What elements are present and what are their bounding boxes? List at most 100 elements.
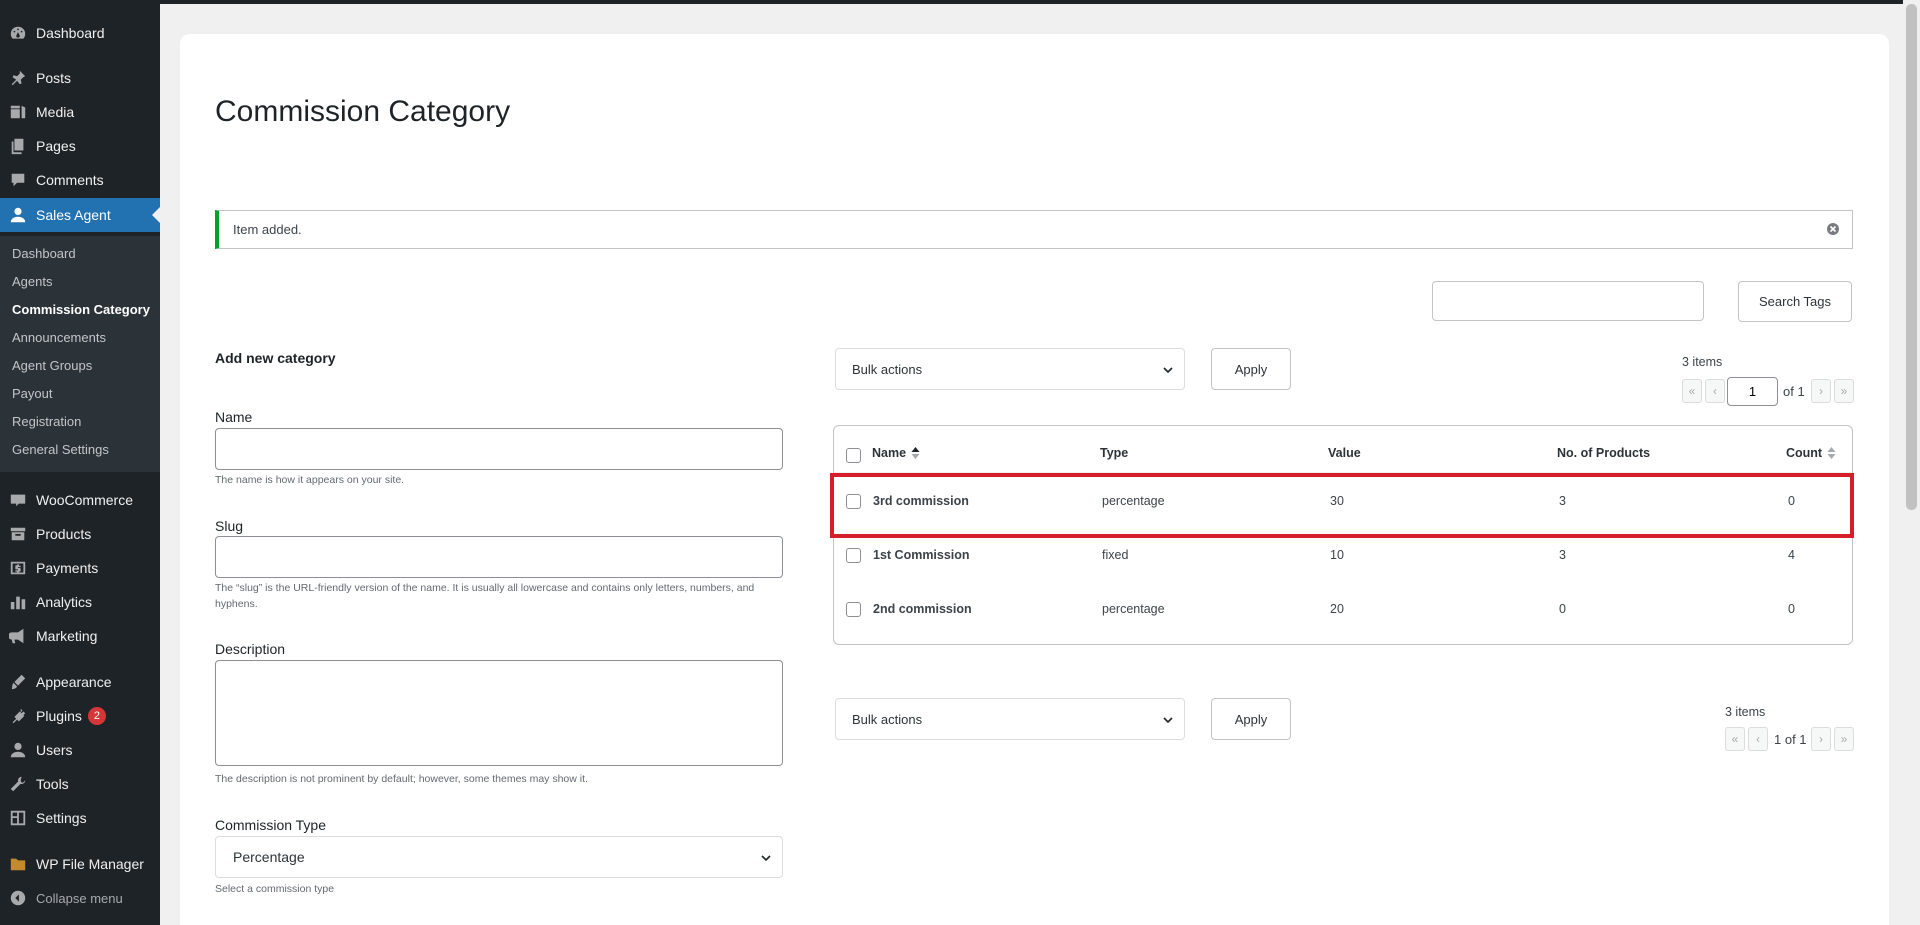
bulk-actions-select-top[interactable]: Bulk actions bbox=[835, 348, 1185, 390]
description-field[interactable] bbox=[215, 660, 783, 766]
menu-label: WooCommerce bbox=[36, 492, 133, 508]
menu-label: Plugins bbox=[36, 708, 82, 724]
success-notice: Item added. bbox=[215, 210, 1853, 249]
column-header-name[interactable]: Name bbox=[872, 446, 920, 460]
menu-label: Analytics bbox=[36, 594, 93, 610]
collapse-arrow-icon bbox=[9, 889, 27, 907]
menu-item-tools[interactable]: Tools bbox=[0, 767, 160, 801]
commission-type-label: Commission Type bbox=[215, 817, 327, 833]
column-name-label: Name bbox=[872, 446, 907, 460]
last-page-button[interactable]: » bbox=[1834, 727, 1854, 751]
row-type: percentage bbox=[1102, 602, 1165, 616]
column-header-count[interactable]: Count bbox=[1786, 446, 1836, 460]
menu-item-marketing[interactable]: Marketing bbox=[0, 619, 160, 653]
row-count: 0 bbox=[1788, 494, 1795, 508]
woo-icon bbox=[9, 491, 27, 509]
submenu-payout[interactable]: Payout bbox=[12, 386, 52, 401]
menu-label: Users bbox=[36, 742, 73, 758]
menu-item-dashboard[interactable]: Dashboard bbox=[0, 16, 160, 50]
apply-button-bottom[interactable]: Apply bbox=[1211, 698, 1291, 740]
collapse-menu-button[interactable]: Collapse menu bbox=[0, 881, 160, 915]
menu-item-pages[interactable]: Pages bbox=[0, 129, 160, 163]
menu-item-woocommerce[interactable]: WooCommerce bbox=[0, 483, 160, 517]
first-page-button[interactable]: « bbox=[1682, 379, 1702, 403]
bulk-actions-select-bottom[interactable]: Bulk actions bbox=[835, 698, 1185, 740]
commission-type-select[interactable]: Percentage bbox=[215, 836, 783, 878]
page-title: Commission Category bbox=[215, 95, 511, 128]
slug-field[interactable] bbox=[215, 536, 783, 578]
dismiss-icon[interactable] bbox=[1826, 222, 1840, 236]
menu-label: Payments bbox=[36, 560, 99, 576]
sort-icon bbox=[1827, 446, 1836, 460]
plugin-icon bbox=[9, 707, 27, 725]
row-value: 20 bbox=[1330, 602, 1344, 616]
menu-item-products[interactable]: Products bbox=[0, 517, 160, 551]
menu-item-plugins[interactable]: Plugins 2 bbox=[0, 699, 160, 733]
scrollbar-thumb[interactable] bbox=[1906, 4, 1917, 510]
row-divider bbox=[834, 472, 1852, 473]
user-icon bbox=[9, 206, 27, 224]
select-all-checkbox[interactable] bbox=[846, 448, 861, 463]
folder-icon bbox=[9, 855, 27, 873]
submenu-dashboard[interactable]: Dashboard bbox=[12, 246, 76, 261]
menu-item-users[interactable]: Users bbox=[0, 733, 160, 767]
menu-item-sales-agent[interactable]: Sales Agent bbox=[0, 198, 160, 232]
commission-type-help: Select a commission type bbox=[215, 883, 335, 895]
settings-icon bbox=[9, 809, 27, 827]
submenu-general-settings[interactable]: General Settings bbox=[12, 442, 109, 457]
current-page-input[interactable] bbox=[1727, 377, 1778, 406]
last-page-button[interactable]: » bbox=[1834, 379, 1854, 403]
menu-item-media[interactable]: Media bbox=[0, 95, 160, 129]
menu-item-settings[interactable]: Settings bbox=[0, 801, 160, 835]
prev-page-button[interactable]: ‹ bbox=[1748, 727, 1768, 751]
wrench-icon bbox=[9, 775, 27, 793]
row-checkbox[interactable] bbox=[846, 602, 861, 617]
submenu-agent-groups[interactable]: Agent Groups bbox=[12, 358, 92, 373]
name-help: The name is how it appears on your site. bbox=[215, 474, 405, 486]
next-page-button[interactable]: › bbox=[1811, 379, 1831, 403]
admin-sidebar: Dashboard Posts Media Pages Comments Sal… bbox=[0, 0, 160, 925]
first-page-button[interactable]: « bbox=[1725, 727, 1745, 751]
submenu-commission-category[interactable]: Commission Category bbox=[12, 302, 150, 317]
menu-item-analytics[interactable]: Analytics bbox=[0, 585, 160, 619]
name-field[interactable] bbox=[215, 428, 783, 470]
pin-icon bbox=[9, 69, 27, 87]
menu-item-posts[interactable]: Posts bbox=[0, 61, 160, 95]
menu-label: Posts bbox=[36, 70, 72, 86]
search-tags-input[interactable] bbox=[1432, 281, 1704, 321]
menu-item-wp-file-manager[interactable]: WP File Manager bbox=[0, 847, 160, 881]
row-name[interactable]: 2nd commission bbox=[873, 602, 972, 616]
submenu-announcements[interactable]: Announcements bbox=[12, 330, 106, 345]
items-count-top: 3 items bbox=[1682, 355, 1723, 369]
menu-label: Collapse menu bbox=[36, 890, 123, 906]
column-header-type[interactable]: Type bbox=[1100, 446, 1128, 460]
row-checkbox[interactable] bbox=[846, 494, 861, 509]
menu-item-appearance[interactable]: Appearance bbox=[0, 665, 160, 699]
column-header-products[interactable]: No. of Products bbox=[1557, 446, 1650, 460]
menu-label: Appearance bbox=[36, 674, 112, 690]
row-name[interactable]: 1st Commission bbox=[873, 548, 970, 562]
next-page-button[interactable]: › bbox=[1811, 727, 1831, 751]
page-of-text: 1 of 1 bbox=[1774, 732, 1807, 747]
comment-icon bbox=[9, 171, 27, 189]
prev-page-button[interactable]: ‹ bbox=[1705, 379, 1725, 403]
media-icon bbox=[9, 103, 27, 121]
row-name[interactable]: 3rd commission bbox=[873, 494, 969, 508]
menu-label: Tools bbox=[36, 776, 69, 792]
plugins-update-badge: 2 bbox=[87, 707, 106, 725]
notice-text: Item added. bbox=[233, 222, 302, 237]
sort-asc-icon bbox=[911, 446, 920, 460]
row-checkbox[interactable] bbox=[846, 548, 861, 563]
bulk-actions-value: Bulk actions bbox=[852, 711, 923, 727]
search-tags-button[interactable]: Search Tags bbox=[1738, 281, 1852, 322]
column-header-value[interactable]: Value bbox=[1328, 446, 1361, 460]
menu-item-payments[interactable]: Payments bbox=[0, 551, 160, 585]
submenu-agents[interactable]: Agents bbox=[12, 274, 52, 289]
apply-button-top[interactable]: Apply bbox=[1211, 348, 1291, 390]
menu-label: Pages bbox=[36, 138, 76, 154]
total-pages-text: of 1 bbox=[1783, 384, 1805, 399]
menu-label: WP File Manager bbox=[36, 856, 144, 872]
submenu-registration[interactable]: Registration bbox=[12, 414, 81, 429]
menu-item-comments[interactable]: Comments bbox=[0, 163, 160, 197]
pages-icon bbox=[9, 137, 27, 155]
